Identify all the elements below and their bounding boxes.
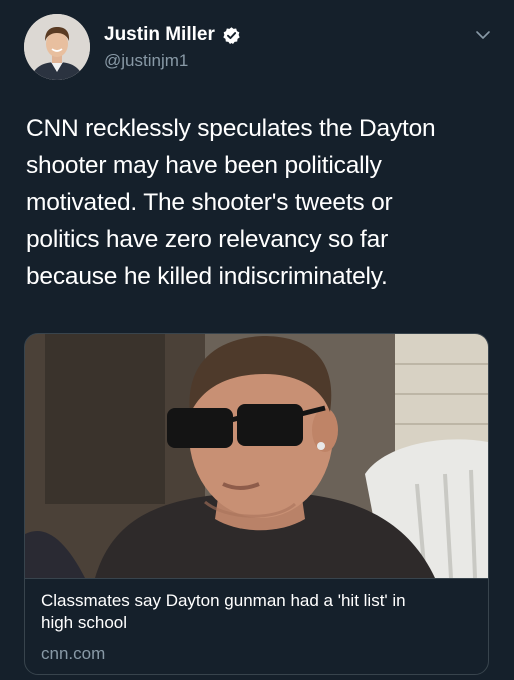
card-image[interactable] (25, 334, 488, 579)
card-title-line: Classmates say Dayton gunman had a 'hit … (41, 591, 406, 610)
link-card[interactable]: Classmates say Dayton gunman had a 'hit … (24, 333, 489, 675)
card-title[interactable]: Classmates say Dayton gunman had a 'hit … (41, 590, 477, 634)
tweet-text-line: CNN recklessly speculates the Dayton (26, 115, 436, 142)
tweet-text: CNN recklessly speculates the Dayton sho… (26, 110, 496, 295)
tweet-text-line: motivated. The shooter's tweets or (26, 189, 393, 216)
tweet-text-line: shooter may have been politically (26, 152, 382, 179)
tweet: Justin Miller @justinjm1 CNN recklessly … (0, 0, 514, 680)
tweet-text-line: because he killed indiscriminately. (26, 263, 388, 290)
card-domain: cnn.com (41, 644, 106, 663)
chevron-down-icon[interactable] (474, 26, 492, 44)
card-title-line: high school (41, 613, 128, 632)
author-name-row[interactable]: Justin Miller (104, 22, 241, 48)
avatar[interactable] (24, 14, 90, 80)
author-handle[interactable]: @justinjm1 (104, 51, 188, 71)
tweet-text-line: politics have zero relevancy so far (26, 226, 389, 253)
verified-badge-icon (222, 26, 241, 45)
author-display-name[interactable]: Justin Miller (104, 24, 215, 46)
